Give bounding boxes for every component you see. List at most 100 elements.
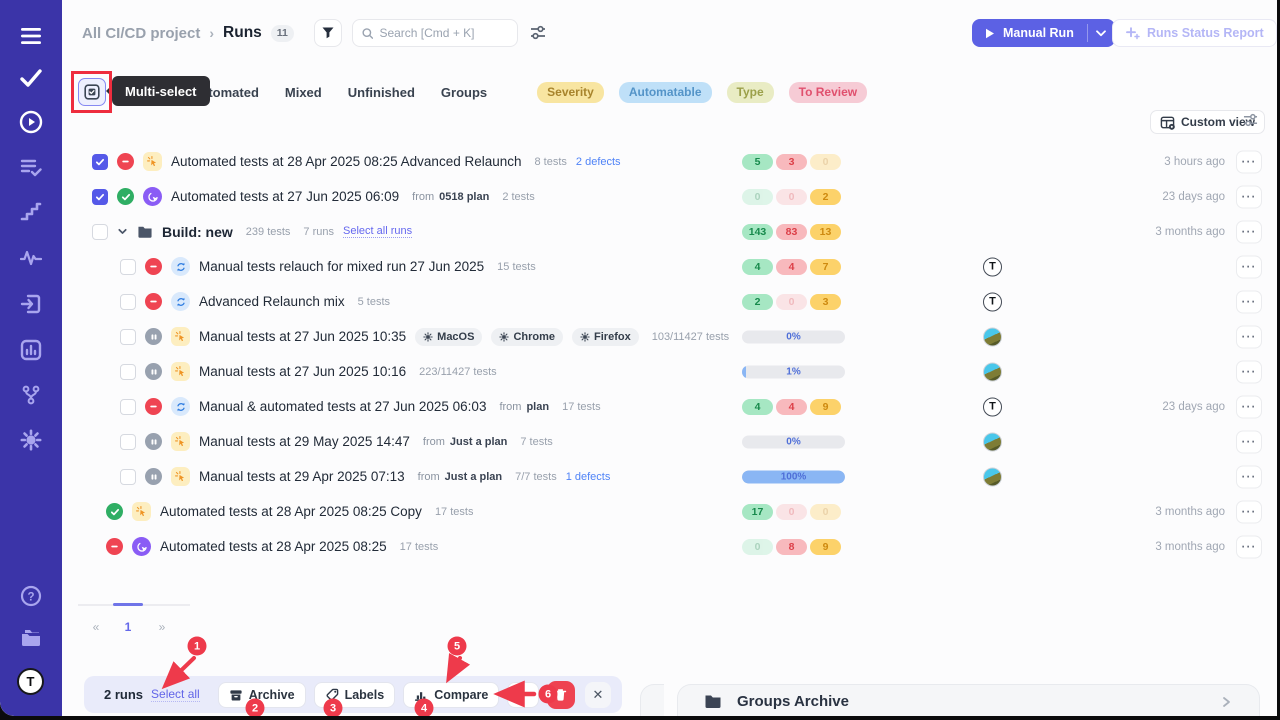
run-title[interactable]: Manual tests at 29 May 2025 14:47 (199, 434, 410, 449)
assignee-avatar[interactable] (983, 432, 1002, 451)
adjustments-icon[interactable] (530, 25, 546, 45)
user-avatar[interactable]: T (17, 668, 44, 695)
import-icon[interactable] (19, 292, 43, 316)
sparkle-icon (171, 432, 190, 451)
projects-icon[interactable] (19, 626, 43, 650)
row-more-button[interactable]: ··· (1236, 255, 1262, 278)
tab-groups[interactable]: Groups (441, 85, 487, 100)
test-cases-icon[interactable] (19, 66, 43, 90)
manual-run-button[interactable]: Manual Run (972, 19, 1115, 47)
row-more-button[interactable]: ··· (1236, 220, 1262, 243)
chevron-icon[interactable] (1221, 696, 1233, 708)
filter-button[interactable] (314, 19, 342, 47)
chip-automatable[interactable]: Automatable (619, 82, 712, 103)
breadcrumb-project[interactable]: All CI/CD project (82, 25, 200, 42)
annotation-marker-3: 3 (324, 699, 343, 717)
status-active-icon (145, 468, 162, 485)
chip-type[interactable]: Type (727, 82, 774, 103)
menu-icon[interactable] (19, 24, 43, 48)
sparkle-icon (132, 502, 151, 521)
row-checkbox[interactable] (92, 154, 108, 170)
from-plan-link[interactable]: 0518 plan (439, 191, 489, 203)
assignee-avatar[interactable]: T (983, 292, 1002, 311)
chip-to-review[interactable]: To Review (789, 82, 867, 103)
pagination-page-1[interactable]: 1 (119, 620, 137, 634)
groups-archive-panel[interactable]: Groups Archive (677, 684, 1260, 716)
row-more-button[interactable]: ··· (1236, 290, 1262, 313)
row-more-button[interactable]: ··· (1236, 430, 1262, 453)
pagination-next[interactable]: » (153, 620, 171, 634)
run-title[interactable]: Advanced Relaunch mix (199, 294, 345, 309)
run-title[interactable]: Automated tests at 28 Apr 2025 08:25 Adv… (171, 154, 522, 169)
app-window: ? T All CI/CD project › Runs 11 Manual R… (0, 0, 1277, 716)
branch-icon[interactable] (19, 383, 43, 407)
chevron-down-icon[interactable] (1088, 19, 1115, 47)
tab-unfinished[interactable]: Unfinished (348, 85, 415, 100)
run-title[interactable]: Automated tests at 28 Apr 2025 08:25 Cop… (160, 504, 422, 519)
select-all-link[interactable]: Select all (151, 687, 200, 702)
run-title[interactable]: Manual tests at 29 Apr 2025 07:13 (199, 469, 405, 484)
assignee-avatar[interactable] (983, 327, 1002, 346)
runs-icon[interactable] (19, 110, 43, 134)
assignee-avatar[interactable]: T (983, 257, 1002, 276)
tests-count: 7 tests (520, 436, 552, 448)
row-more-button[interactable]: ··· (1236, 500, 1262, 523)
select-all-runs-link[interactable]: Select all runs (343, 225, 412, 238)
row-checkbox[interactable] (120, 294, 136, 310)
defects-icon[interactable] (19, 155, 43, 179)
row-more-button[interactable]: ··· (1236, 185, 1262, 208)
row-checkbox[interactable] (120, 469, 136, 485)
row-more-button[interactable]: ··· (1236, 325, 1262, 348)
result-count-pills: 530 (742, 154, 841, 170)
row-more-button[interactable]: ··· (1236, 535, 1262, 558)
row-more-button[interactable]: ··· (1236, 150, 1262, 173)
from-plan-link[interactable]: Just a plan (445, 471, 502, 483)
labels-label: Labels (345, 688, 385, 702)
chevron-down-icon[interactable] (117, 226, 128, 237)
chip-severity[interactable]: Severity (537, 82, 604, 103)
settings-icon[interactable] (19, 428, 43, 452)
table-gear-icon (1160, 115, 1175, 130)
row-checkbox[interactable] (120, 434, 136, 450)
sparkle-icon (171, 327, 190, 346)
run-title[interactable]: Manual tests at 27 Jun 2025 10:16 (199, 364, 406, 379)
row-more-button[interactable]: ··· (1236, 395, 1262, 418)
row-checkbox[interactable] (120, 329, 136, 345)
run-timestamp: 3 months ago (1065, 541, 1225, 553)
count-pill: 4 (742, 399, 773, 415)
run-title[interactable]: Manual tests at 27 Jun 2025 10:35 (199, 329, 406, 344)
from-plan-link[interactable]: Just a plan (450, 436, 507, 448)
run-title[interactable]: Automated tests at 27 Jun 2025 06:09 (171, 189, 399, 204)
pagination-prev[interactable]: « (87, 620, 105, 634)
assignee-avatar[interactable]: T (983, 397, 1002, 416)
tab-mixed[interactable]: Mixed (285, 85, 322, 100)
runs-status-report-button[interactable]: Runs Status Report (1112, 19, 1277, 47)
funnel-icon (321, 26, 335, 40)
row-more-button[interactable]: ··· (1236, 465, 1262, 488)
help-icon[interactable]: ? (19, 584, 43, 608)
defects-link[interactable]: 1 defects (566, 471, 611, 483)
row-more-button[interactable]: ··· (1236, 360, 1262, 383)
activity-icon[interactable] (19, 246, 43, 270)
multi-select-toggle[interactable] (78, 78, 106, 106)
milestones-icon[interactable] (19, 200, 43, 224)
view-adjustments-icon[interactable] (1243, 113, 1258, 132)
search-input[interactable] (379, 26, 508, 40)
row-checkbox[interactable] (92, 189, 108, 205)
row-checkbox[interactable] (120, 259, 136, 275)
run-title[interactable]: Automated tests at 28 Apr 2025 08:25 (160, 539, 387, 554)
defects-link[interactable]: 2 defects (576, 156, 621, 168)
row-checkbox[interactable] (120, 364, 136, 380)
from-plan-link[interactable]: plan (526, 401, 549, 413)
run-title[interactable]: Manual tests relauch for mixed run 27 Ju… (199, 259, 484, 274)
assignee-avatar[interactable] (983, 362, 1002, 381)
analytics-icon[interactable] (19, 338, 43, 362)
close-selection-bar-button[interactable]: ✕ (585, 682, 611, 708)
group-title[interactable]: Build: new (162, 224, 233, 240)
run-title[interactable]: Manual & automated tests at 27 Jun 2025 … (199, 399, 486, 414)
more-actions-button[interactable]: ··· (507, 682, 539, 708)
row-checkbox[interactable] (92, 224, 108, 240)
from-label: from (412, 191, 434, 203)
row-checkbox[interactable] (120, 399, 136, 415)
assignee-avatar[interactable] (983, 467, 1002, 486)
